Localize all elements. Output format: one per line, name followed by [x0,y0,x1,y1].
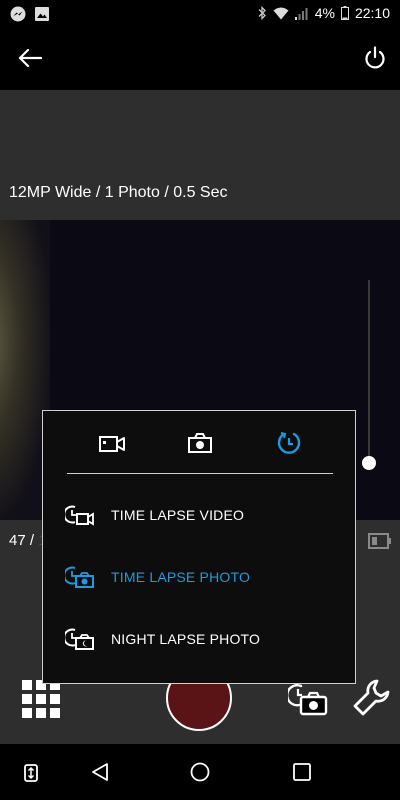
system-icons: 4% 22:10 [257,5,390,21]
settings-summary[interactable]: 12MP Wide / 1 Photo / 0.5 Sec [9,184,228,202]
zoom-slider-knob[interactable] [362,456,376,470]
nightlapse-photo-icon [65,628,94,650]
home-nav-icon[interactable] [190,762,210,782]
power-icon[interactable] [364,46,386,70]
back-arrow-icon[interactable] [18,48,42,68]
menu-item-time-lapse-photo[interactable]: TIME LAPSE PHOTO [65,565,250,589]
shots-taken: 47 [9,532,26,549]
gallery-icon [35,7,49,21]
status-bar: 4% 22:10 [0,0,400,28]
clock: 22:10 [354,5,390,21]
recents-nav-icon[interactable] [292,762,312,782]
menu-item-night-lapse-photo[interactable]: NIGHT LAPSE PHOTO [65,627,260,651]
bluetooth-icon [258,6,266,20]
battery-percent: 4% [314,5,335,21]
mode-selector-popup: TIME LAPSE VIDEO TIME LAPSE PHOTO NIGHT … [42,410,356,684]
app-bar [0,28,400,90]
wifi-icon [273,7,289,19]
counter-separator: / [25,532,39,549]
timelapse-photo-mode-icon[interactable] [288,682,328,716]
wrench-icon[interactable] [352,678,392,718]
menu-item-label: NIGHT LAPSE PHOTO [111,631,261,647]
menu-item-time-lapse-video[interactable]: TIME LAPSE VIDEO [65,503,244,527]
menu-item-label: TIME LAPSE PHOTO [111,569,251,585]
system-nav-bar [0,744,400,800]
camera-battery-icon [368,533,391,549]
battery-icon [340,6,349,20]
timelapse-video-icon [65,505,94,526]
timelapse-photo-icon [65,566,94,588]
camera-icon[interactable] [188,433,212,453]
timelapse-icon[interactable] [277,431,301,455]
mode-grid-icon[interactable] [22,680,60,718]
popup-divider [67,473,333,474]
menu-item-label: TIME LAPSE VIDEO [111,507,245,523]
signal-icon [294,7,308,20]
video-camera-icon[interactable] [99,435,125,453]
keyboard-switch-icon[interactable] [24,764,38,782]
notification-icons [10,6,50,22]
back-nav-icon[interactable] [90,762,110,782]
zoom-slider-track[interactable] [368,280,370,460]
messenger-icon [10,6,26,22]
